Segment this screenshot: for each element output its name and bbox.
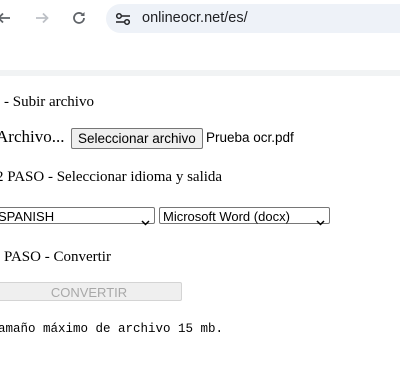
file-label: Archivo...	[0, 127, 65, 146]
max-size-note: amaño máximo de archivo 15 mb.	[0, 322, 224, 336]
step3-title: PASO - Convertir	[4, 249, 111, 265]
page-top-divider	[0, 70, 400, 76]
forward-arrow-icon[interactable]	[32, 8, 52, 28]
reload-icon[interactable]	[69, 8, 89, 28]
chevron-down-icon	[141, 213, 150, 230]
address-bar[interactable]: onlineocr.net/es/	[106, 4, 400, 33]
site-info-tune-icon[interactable]	[114, 10, 132, 28]
output-format-select[interactable]: Microsoft Word (docx)	[159, 207, 330, 226]
convert-button[interactable]: CONVERTIR	[0, 282, 182, 301]
language-select[interactable]: SPANISH	[0, 207, 155, 226]
url-text[interactable]: onlineocr.net/es/	[142, 10, 248, 26]
browser-toolbar: onlineocr.net/es/	[0, 0, 400, 38]
output-selected-value: Microsoft Word (docx)	[163, 209, 290, 224]
step1-title: - Subir archivo	[4, 94, 94, 110]
back-arrow-icon[interactable]	[0, 8, 14, 28]
language-selected-value: SPANISH	[0, 209, 55, 224]
select-file-button[interactable]: Seleccionar archivo	[71, 128, 203, 149]
chevron-down-icon	[316, 213, 325, 230]
selected-file-name: Prueba ocr.pdf	[206, 130, 294, 145]
step2-title: 2 PASO - Seleccionar idioma y salida	[0, 169, 223, 185]
